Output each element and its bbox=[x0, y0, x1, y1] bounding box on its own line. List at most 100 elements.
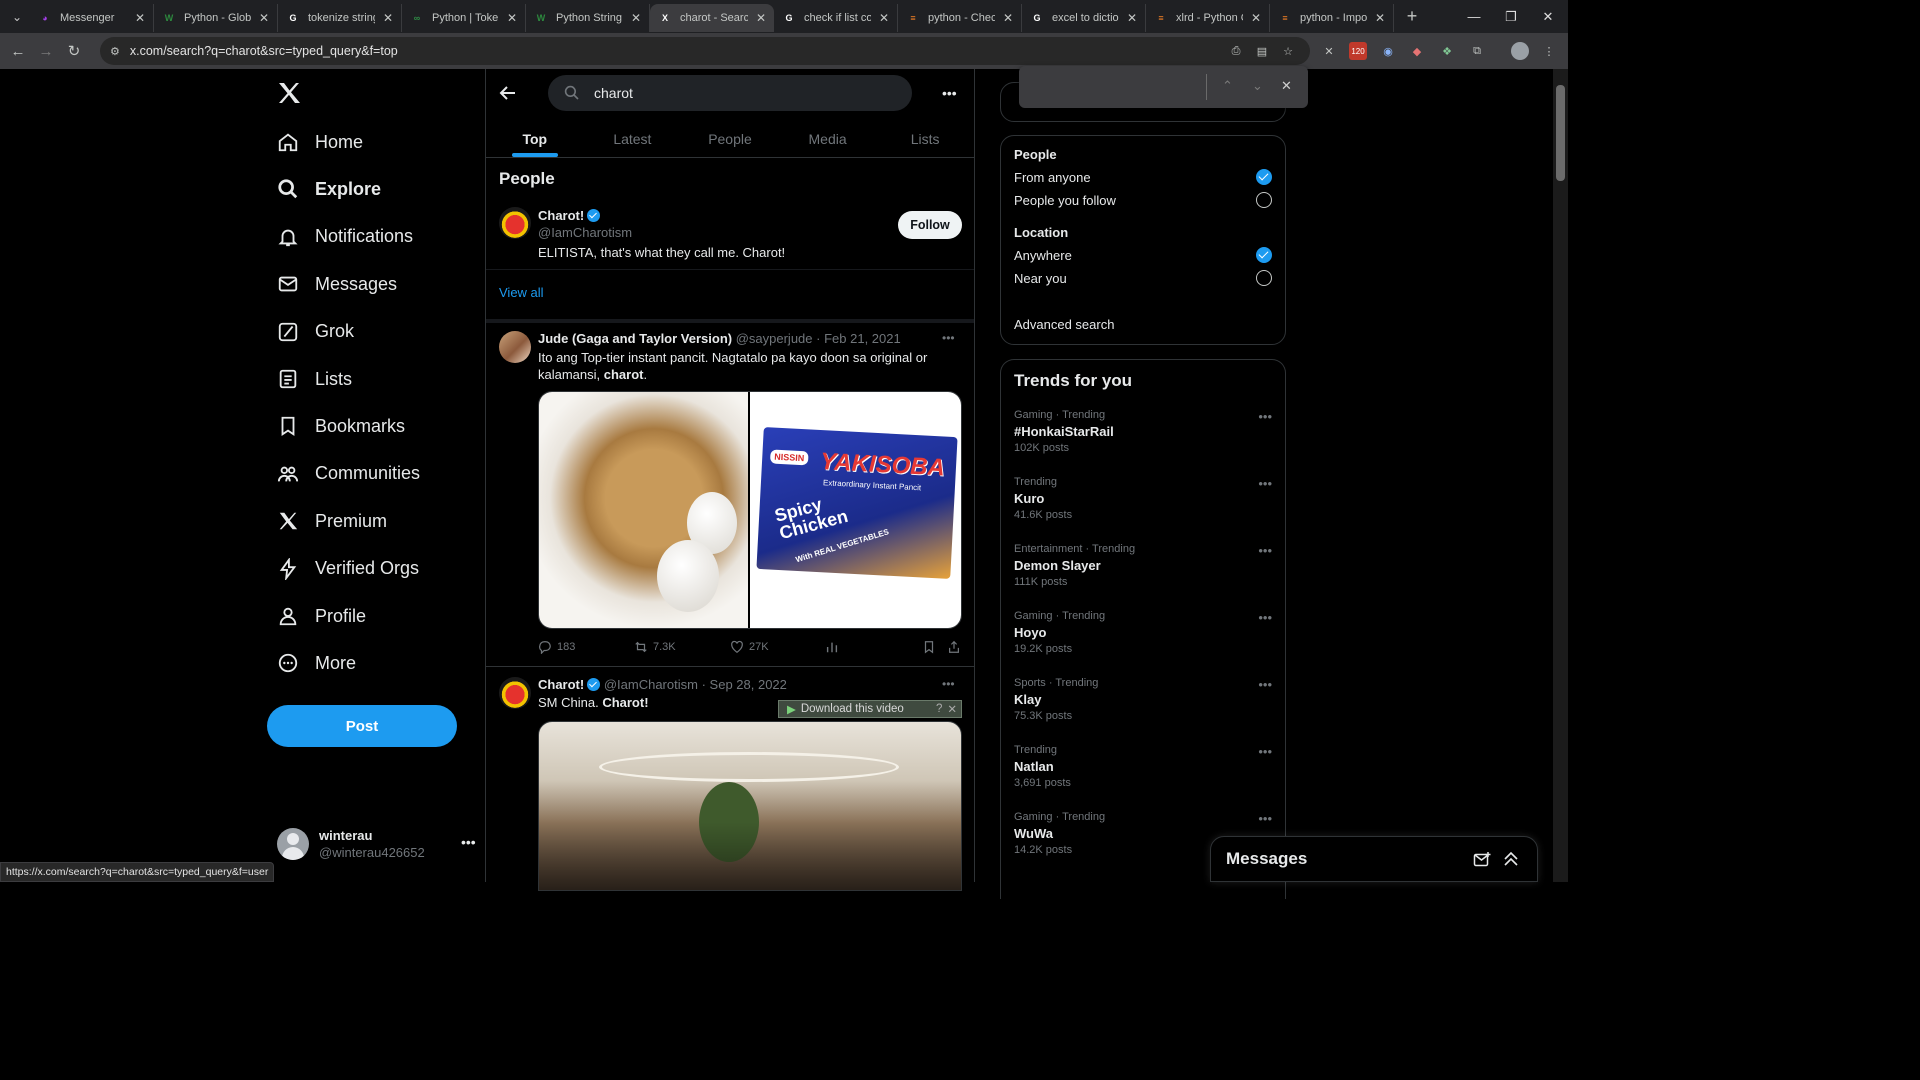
close-window-icon[interactable]: ✕ bbox=[1530, 0, 1566, 33]
people-follow-radio[interactable] bbox=[1256, 192, 1272, 208]
new-tab-plus-icon[interactable]: + bbox=[1400, 5, 1424, 29]
tweet2-date[interactable]: Sep 28, 2022 bbox=[710, 677, 787, 692]
help-icon[interactable]: ? bbox=[936, 703, 942, 715]
from-anyone-radio[interactable] bbox=[1256, 169, 1272, 185]
find-input[interactable] bbox=[1031, 74, 1207, 100]
tweet1-date[interactable]: Feb 21, 2021 bbox=[824, 331, 901, 346]
charot-avatar[interactable] bbox=[499, 207, 531, 239]
close-tab-icon[interactable]: ✕ bbox=[879, 11, 889, 25]
close-tab-icon[interactable]: ✕ bbox=[1127, 11, 1137, 25]
tweet1-media[interactable]: NISSIN YAKISOBA Extraordinary Instant Pa… bbox=[538, 391, 962, 629]
nav-item-profile[interactable]: Profile bbox=[277, 596, 366, 636]
address-bar[interactable]: ⚙ x.com/search?q=charot&src=typed_query&… bbox=[100, 37, 1310, 65]
filter-from-anyone[interactable]: From anyone bbox=[1014, 170, 1091, 185]
messages-drawer[interactable]: Messages bbox=[1210, 836, 1538, 882]
browser-tab[interactable]: W Python String s ✕ bbox=[526, 3, 650, 32]
restore-icon[interactable]: ❐ bbox=[1493, 0, 1529, 33]
tab-search-chevron-icon[interactable]: ⌄ bbox=[4, 4, 30, 30]
back-arrow-icon[interactable]: ← bbox=[4, 37, 32, 65]
close-tab-icon[interactable]: ✕ bbox=[1251, 11, 1261, 25]
tweet1-name[interactable]: Jude (Gaga and Taylor Version) bbox=[538, 331, 732, 346]
close-tab-icon[interactable]: ✕ bbox=[756, 11, 766, 25]
tweet1-like[interactable]: 27K bbox=[730, 640, 769, 654]
browser-tab[interactable]: ◕ Messenger ✕ bbox=[30, 3, 154, 32]
account-more-icon[interactable]: ••• bbox=[461, 834, 476, 850]
browser-tab[interactable]: ≡ python - Check ✕ bbox=[898, 3, 1022, 32]
trend-item[interactable]: Gaming · Trending #HonkaiStarRail 102K pos… bbox=[1014, 409, 1274, 454]
tweet1-more-icon[interactable]: ••• bbox=[942, 331, 955, 345]
trend-item[interactable]: Trending Kuro 41.6K posts ••• bbox=[1014, 476, 1274, 521]
close-tab-icon[interactable]: ✕ bbox=[1375, 11, 1385, 25]
download-video-button[interactable]: ▶ Download this video ? ✕ bbox=[778, 700, 962, 718]
tweet1-retweet[interactable]: 7.3K bbox=[634, 640, 676, 654]
forward-arrow-icon[interactable]: → bbox=[32, 37, 60, 65]
new-message-icon[interactable] bbox=[1473, 851, 1491, 869]
nav-item-messages[interactable]: Messages bbox=[277, 264, 397, 304]
nav-item-bookmarks[interactable]: Bookmarks bbox=[277, 406, 405, 446]
trend-item[interactable]: Entertainment · Trending Demon Slayer 111K… bbox=[1014, 543, 1274, 588]
find-close-icon[interactable]: ✕ bbox=[1281, 78, 1292, 94]
close-tab-icon[interactable]: ✕ bbox=[259, 11, 269, 25]
tweet1-handle[interactable]: @sayperjude bbox=[736, 331, 813, 346]
browser-tab[interactable]: Gexcel to diction ✕ bbox=[1022, 3, 1146, 32]
tab-media[interactable]: Media bbox=[779, 121, 877, 157]
trend-more-icon[interactable]: ••• bbox=[1258, 677, 1272, 692]
tab-people[interactable]: People bbox=[681, 121, 779, 157]
extension-x-icon[interactable]: ✕ bbox=[1320, 42, 1338, 60]
nav-item-notifications[interactable]: Notifications bbox=[277, 217, 413, 257]
tab-lists[interactable]: Lists bbox=[876, 121, 974, 157]
nav-item-premium[interactable]: Premium bbox=[277, 501, 387, 541]
tweet2-handle[interactable]: @IamCharotism bbox=[604, 677, 698, 692]
trend-more-icon[interactable]: ••• bbox=[1258, 409, 1272, 424]
trend-more-icon[interactable]: ••• bbox=[1258, 610, 1272, 625]
tab-latest[interactable]: Latest bbox=[584, 121, 682, 157]
trend-more-icon[interactable]: ••• bbox=[1258, 811, 1272, 826]
near-you-radio[interactable] bbox=[1256, 270, 1272, 286]
jude-avatar[interactable] bbox=[499, 331, 531, 363]
trend-more-icon[interactable]: ••• bbox=[1258, 476, 1272, 491]
browser-tab[interactable]: W Python - Globa ✕ bbox=[154, 3, 278, 32]
nav-item-explore[interactable]: Explore bbox=[277, 169, 381, 209]
back-arrow-icon[interactable] bbox=[498, 83, 518, 103]
trend-item[interactable]: Sports · Trending Klay 75.3K posts ••• bbox=[1014, 677, 1274, 722]
search-input[interactable]: charot bbox=[548, 75, 912, 111]
find-previous-icon[interactable]: ⌃ bbox=[1222, 78, 1233, 94]
account-switcher[interactable]: winterau @winterau426652 ••• bbox=[277, 824, 477, 864]
tab-top[interactable]: Top bbox=[486, 121, 584, 157]
site-info-icon[interactable]: ⚙ bbox=[110, 45, 120, 58]
anywhere-radio[interactable] bbox=[1256, 247, 1272, 263]
close-tab-icon[interactable]: ✕ bbox=[631, 11, 641, 25]
scrollbar-thumb[interactable] bbox=[1556, 85, 1565, 181]
extension-badge-icon[interactable]: 120 bbox=[1349, 42, 1367, 60]
browser-tab[interactable]: Gcheck if list con ✕ bbox=[774, 3, 898, 32]
browser-tab[interactable]: Xcharot - Search ✕ bbox=[650, 3, 774, 32]
extension-leaf-icon[interactable]: ❖ bbox=[1438, 42, 1456, 60]
advanced-search-link[interactable]: Advanced search bbox=[1014, 317, 1114, 332]
close-tab-icon[interactable]: ✕ bbox=[1003, 11, 1013, 25]
reload-icon[interactable]: ↻ bbox=[60, 37, 88, 65]
trend-more-icon[interactable]: ••• bbox=[1258, 543, 1272, 558]
tweet2-media[interactable] bbox=[538, 721, 962, 891]
close-download-icon[interactable]: ✕ bbox=[947, 702, 957, 716]
profile-avatar-icon[interactable] bbox=[1511, 42, 1529, 60]
browser-menu-icon[interactable]: ⋮ bbox=[1540, 42, 1558, 60]
minimize-icon[interactable]: — bbox=[1456, 0, 1492, 33]
install-app-icon[interactable]: ⎙ bbox=[1227, 42, 1245, 60]
filter-near-you[interactable]: Near you bbox=[1014, 271, 1067, 286]
nav-item-home[interactable]: Home bbox=[277, 122, 363, 162]
reader-mode-icon[interactable]: ▤ bbox=[1253, 42, 1271, 60]
browser-tab[interactable]: Gtokenize string ✕ bbox=[278, 3, 402, 32]
bookmark-star-icon[interactable]: ☆ bbox=[1279, 42, 1297, 60]
view-all-link[interactable]: View all bbox=[499, 285, 544, 300]
close-tab-icon[interactable]: ✕ bbox=[383, 11, 393, 25]
nav-item-communities[interactable]: Communities bbox=[277, 454, 420, 494]
people-name[interactable]: Charot! bbox=[538, 208, 601, 223]
search-more-icon[interactable]: ••• bbox=[942, 85, 957, 101]
extensions-puzzle-icon[interactable]: ⧉ bbox=[1468, 42, 1486, 60]
extension-flag-icon[interactable]: ◆ bbox=[1408, 42, 1426, 60]
expand-drawer-icon[interactable] bbox=[1502, 850, 1520, 868]
tweet1-share[interactable] bbox=[947, 640, 961, 654]
nav-item-more[interactable]: More bbox=[277, 643, 356, 683]
page-scrollbar[interactable] bbox=[1553, 69, 1568, 882]
find-next-icon[interactable]: ⌄ bbox=[1252, 78, 1263, 94]
